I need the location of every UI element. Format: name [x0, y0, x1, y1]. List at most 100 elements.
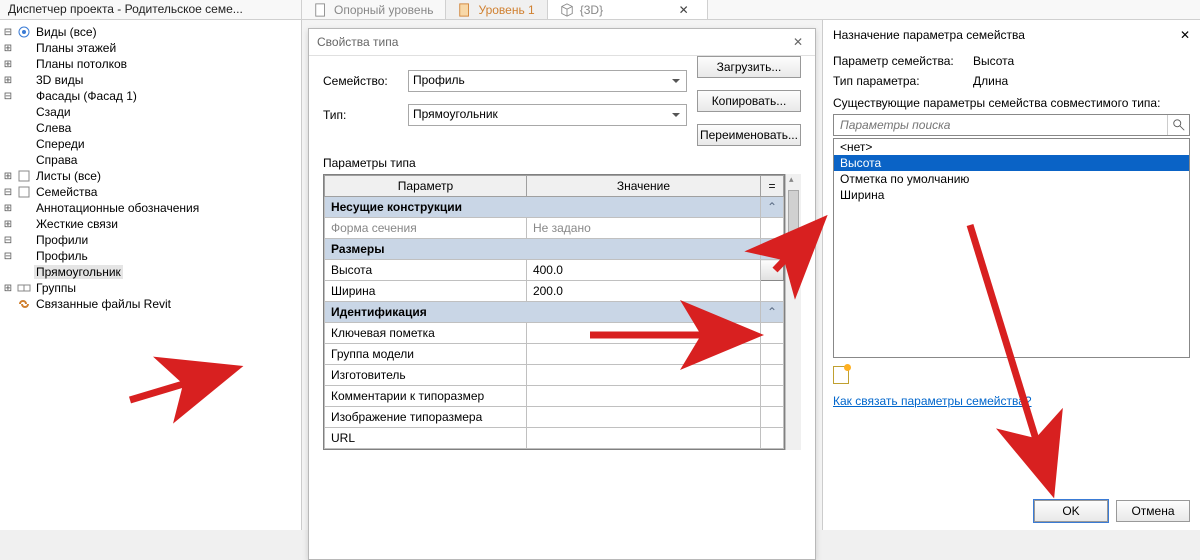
- param-name[interactable]: Комментарии к типоразмер: [325, 386, 527, 407]
- load-button[interactable]: Загрузить...: [697, 56, 801, 78]
- tree-toggle[interactable]: ⊞: [2, 171, 14, 182]
- scrollbar[interactable]: [785, 174, 801, 450]
- tree-item[interactable]: Виды (все): [34, 25, 99, 39]
- param-value[interactable]: 400.0: [526, 260, 760, 281]
- param-name[interactable]: Изображение типоразмера: [325, 407, 527, 428]
- tree-item[interactable]: Прямоугольник: [34, 265, 123, 279]
- param-value[interactable]: [526, 344, 760, 365]
- associate-button[interactable]: [760, 365, 783, 386]
- associate-button[interactable]: [760, 344, 783, 365]
- rename-button[interactable]: Переименовать...: [697, 124, 801, 146]
- tab-baseline[interactable]: Опорный уровень: [302, 0, 446, 19]
- associate-button[interactable]: [760, 428, 783, 449]
- tree-toggle[interactable]: [2, 155, 14, 166]
- param-value[interactable]: [526, 428, 760, 449]
- tree-toggle[interactable]: ⊟: [2, 187, 14, 198]
- associate-button[interactable]: [760, 407, 783, 428]
- associate-button[interactable]: [760, 260, 783, 281]
- tree-toggle[interactable]: ⊞: [2, 43, 14, 54]
- cancel-button[interactable]: Отмена: [1116, 500, 1190, 522]
- tab-3d[interactable]: {3D} ✕: [548, 0, 708, 19]
- list-item[interactable]: <нет>: [834, 139, 1189, 155]
- tree-toggle[interactable]: [2, 123, 14, 134]
- tree-toggle[interactable]: ⊞: [2, 219, 14, 230]
- tree-item[interactable]: Сзади: [34, 105, 73, 119]
- tree-item[interactable]: Аннотационные обозначения: [34, 201, 201, 215]
- param-value[interactable]: Не задано: [526, 218, 760, 239]
- tree-item[interactable]: Листы (все): [34, 169, 103, 183]
- associate-button[interactable]: [760, 281, 783, 302]
- param-value[interactable]: [526, 407, 760, 428]
- family-dropdown[interactable]: Профиль: [408, 70, 687, 92]
- tree-toggle[interactable]: [2, 107, 14, 118]
- param-name[interactable]: Ширина: [325, 281, 527, 302]
- top-tab-bar: Диспетчер проекта - Родительское семе...…: [0, 0, 1200, 20]
- tree-toggle[interactable]: ⊞: [2, 75, 14, 86]
- close-icon[interactable]: ✕: [1180, 28, 1190, 42]
- new-param-icon[interactable]: [833, 366, 849, 384]
- tree-item[interactable]: Слева: [34, 121, 73, 135]
- tree-item[interactable]: Жесткие связи: [34, 217, 120, 231]
- tree-item[interactable]: Профили: [34, 233, 90, 247]
- tree-toggle[interactable]: ⊟: [2, 27, 14, 38]
- type-label: Тип:: [323, 108, 398, 122]
- associate-button[interactable]: [760, 386, 783, 407]
- param-group[interactable]: Идентификация: [325, 302, 761, 323]
- param-name[interactable]: Высота: [325, 260, 527, 281]
- col-associate[interactable]: =: [760, 176, 783, 197]
- associate-button[interactable]: [760, 323, 783, 344]
- param-value[interactable]: [526, 386, 760, 407]
- param-name[interactable]: Изготовитель: [325, 365, 527, 386]
- collapse-icon[interactable]: ⌃: [760, 302, 783, 323]
- type-dropdown[interactable]: Прямоугольник: [408, 104, 687, 126]
- tree-item[interactable]: Планы потолков: [34, 57, 129, 71]
- param-group[interactable]: Несущие конструкции: [325, 197, 761, 218]
- tree-toggle[interactable]: [2, 139, 14, 150]
- param-name[interactable]: Ключевая пометка: [325, 323, 527, 344]
- col-parameter[interactable]: Параметр: [325, 176, 527, 197]
- col-value[interactable]: Значение: [526, 176, 760, 197]
- list-item[interactable]: Отметка по умолчанию: [834, 171, 1189, 187]
- tree-toggle[interactable]: [2, 299, 14, 310]
- tree-item[interactable]: Профиль: [34, 249, 90, 263]
- tree-toggle[interactable]: ⊟: [2, 251, 14, 262]
- tree-toggle[interactable]: ⊞: [2, 203, 14, 214]
- param-group[interactable]: Размеры: [325, 239, 761, 260]
- tree-item[interactable]: Планы этажей: [34, 41, 118, 55]
- collapse-icon[interactable]: ⌃: [760, 239, 783, 260]
- tree-item[interactable]: 3D виды: [34, 73, 85, 87]
- ok-button[interactable]: OK: [1034, 500, 1108, 522]
- param-name[interactable]: Группа модели: [325, 344, 527, 365]
- tree-toggle[interactable]: ⊞: [2, 59, 14, 70]
- list-item[interactable]: Высота: [834, 155, 1189, 171]
- tree-toggle[interactable]: ⊟: [2, 91, 14, 102]
- close-icon[interactable]: ✕: [789, 35, 807, 49]
- associate-button[interactable]: [760, 218, 783, 239]
- tree-item[interactable]: Фасады (Фасад 1): [34, 89, 139, 103]
- param-value[interactable]: [526, 323, 760, 344]
- copy-button[interactable]: Копировать...: [697, 90, 801, 112]
- tree-toggle[interactable]: ⊞: [2, 283, 14, 294]
- tree-item[interactable]: Спереди: [34, 137, 87, 151]
- blank-icon: [16, 121, 32, 135]
- tree-toggle[interactable]: ⊟: [2, 235, 14, 246]
- tree-item[interactable]: Группы: [34, 281, 78, 295]
- collapse-icon[interactable]: ⌃: [760, 197, 783, 218]
- tree-item[interactable]: Справа: [34, 153, 79, 167]
- close-icon[interactable]: ✕: [673, 3, 695, 17]
- tab-level1[interactable]: Уровень 1: [446, 0, 547, 19]
- search-icon[interactable]: [1167, 115, 1189, 135]
- param-name[interactable]: URL: [325, 428, 527, 449]
- dialog-title: Назначение параметра семейства: [833, 28, 1025, 42]
- param-value[interactable]: [526, 365, 760, 386]
- tree-toggle[interactable]: [2, 267, 14, 278]
- tree-item[interactable]: Семейства: [34, 185, 99, 199]
- tree-item[interactable]: Связанные файлы Revit: [34, 297, 173, 311]
- link-icon: [16, 297, 32, 311]
- param-name[interactable]: Форма сечения: [325, 218, 527, 239]
- help-link[interactable]: Как связать параметры семейства?: [833, 394, 1032, 408]
- list-item[interactable]: Ширина: [834, 187, 1189, 203]
- param-value[interactable]: 200.0: [526, 281, 760, 302]
- params-listbox[interactable]: <нет>ВысотаОтметка по умолчаниюШирина: [833, 138, 1190, 358]
- search-input[interactable]: [834, 115, 1167, 135]
